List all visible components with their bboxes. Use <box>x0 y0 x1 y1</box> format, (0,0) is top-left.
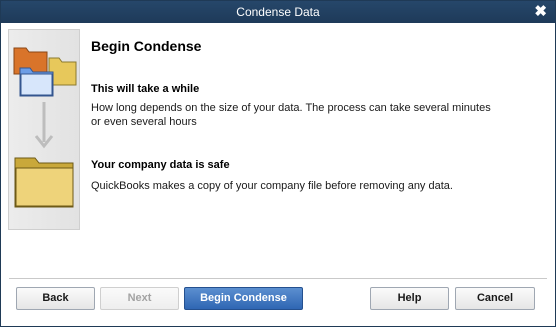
dialog-heading: Begin Condense <box>91 38 202 54</box>
folders-stack-icon <box>13 47 77 97</box>
begin-condense-button[interactable]: Begin Condense <box>184 287 303 310</box>
back-button[interactable]: Back <box>16 287 95 310</box>
folder-icon <box>14 157 74 208</box>
close-icon[interactable]: ✖ <box>534 3 547 21</box>
section-title-safe: Your company data is safe <box>91 159 230 171</box>
section-body-time-line1: How long depends on the size of your dat… <box>91 102 491 114</box>
illustration <box>13 47 77 208</box>
footer-divider <box>9 278 547 279</box>
title-bar: Condense Data ✖ <box>1 1 555 23</box>
next-button[interactable]: Next <box>100 287 179 310</box>
cancel-button[interactable]: Cancel <box>455 287 535 310</box>
section-title-time: This will take a while <box>91 83 200 95</box>
section-body-time-line2: or even several hours <box>91 116 197 128</box>
section-body-safe: QuickBooks makes a copy of your company … <box>91 180 453 192</box>
help-button[interactable]: Help <box>370 287 449 310</box>
illustration-panel <box>8 29 80 230</box>
section-body-time: How long depends on the size of your dat… <box>91 101 491 129</box>
arrow-down-icon <box>34 102 54 149</box>
condense-data-dialog: Condense Data ✖ Begin Condense This will… <box>0 0 556 327</box>
window-title: Condense Data <box>236 5 320 19</box>
